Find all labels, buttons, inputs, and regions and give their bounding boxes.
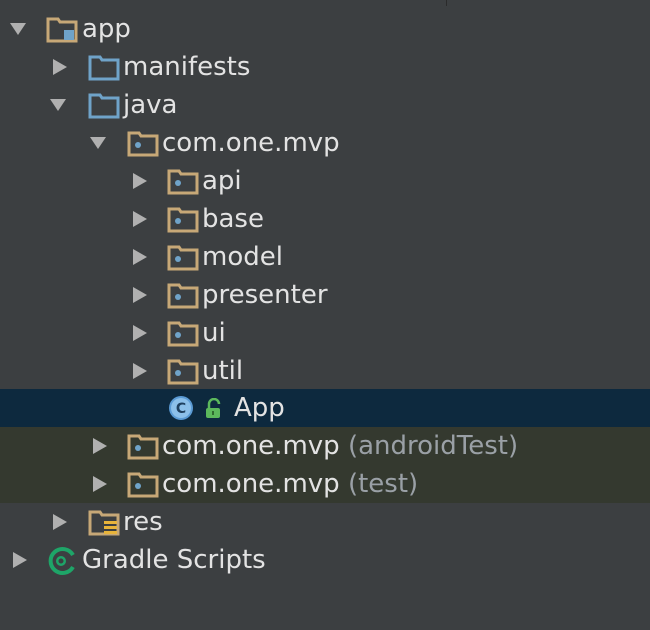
tree-node-presenter[interactable]: presenter <box>0 276 650 314</box>
tree-node-model[interactable]: model <box>0 238 650 276</box>
gradle-icon <box>46 541 78 579</box>
tree-node-label: com.one.mvp <box>162 469 340 499</box>
chevron-right-icon[interactable] <box>90 427 112 465</box>
chevron-right-icon[interactable] <box>130 314 152 352</box>
package-icon <box>167 162 199 200</box>
module-folder-icon <box>46 10 78 48</box>
top-strip-divider <box>446 0 447 6</box>
tree-node-label-group: com.one.mvp (test) <box>162 465 418 503</box>
tree-node-res[interactable]: res <box>0 503 650 541</box>
resource-folder-icon <box>88 503 120 541</box>
tree-node-gradle-scripts[interactable]: Gradle Scripts <box>0 541 650 579</box>
tree-node-label: api <box>202 166 242 196</box>
chevron-down-icon[interactable] <box>8 10 30 48</box>
package-icon <box>127 124 159 162</box>
tree-node-label: com.one.mvp <box>162 128 340 158</box>
tree-node-base[interactable]: base <box>0 200 650 238</box>
chevron-right-icon[interactable] <box>130 276 152 314</box>
tree-node-label: base <box>202 204 264 234</box>
source-set-suffix: (androidTest) <box>347 431 519 461</box>
tree-node-package-test[interactable]: com.one.mvp (test) <box>0 465 650 503</box>
tree-node-api[interactable]: api <box>0 162 650 200</box>
tree-node-label: java <box>123 90 178 120</box>
tree-node-manifests[interactable]: manifests <box>0 48 650 86</box>
chevron-right-icon[interactable] <box>130 162 152 200</box>
package-icon <box>167 238 199 276</box>
tree-node-label: app <box>82 14 131 44</box>
tree-node-app[interactable]: app <box>0 10 650 48</box>
package-icon <box>167 276 199 314</box>
chevron-right-icon[interactable] <box>130 352 152 390</box>
package-icon <box>167 352 199 390</box>
chevron-right-icon[interactable] <box>50 48 72 86</box>
source-folder-icon <box>88 86 120 124</box>
source-set-suffix: (test) <box>347 469 419 499</box>
tree-node-label: com.one.mvp <box>162 431 340 461</box>
source-folder-icon <box>88 48 120 86</box>
tree-node-label: ui <box>202 318 226 348</box>
tree-node-label: presenter <box>202 280 328 310</box>
tree-node-ui[interactable]: ui <box>0 314 650 352</box>
tree-node-label: model <box>202 242 283 272</box>
tree-node-label: res <box>123 507 163 537</box>
chevron-right-icon[interactable] <box>10 541 32 579</box>
tree-node-app-class[interactable]: C App <box>0 389 650 427</box>
top-strip <box>0 0 650 6</box>
tree-node-java[interactable]: java <box>0 86 650 124</box>
chevron-down-icon[interactable] <box>88 124 110 162</box>
package-icon <box>167 200 199 238</box>
chevron-right-icon[interactable] <box>130 238 152 276</box>
public-access-lock-icon <box>203 389 225 427</box>
tree-node-label: Gradle Scripts <box>82 545 266 575</box>
chevron-right-icon[interactable] <box>130 200 152 238</box>
package-icon <box>127 465 159 503</box>
tree-node-label: util <box>202 356 244 386</box>
tree-node-package-main[interactable]: com.one.mvp <box>0 124 650 162</box>
tree-node-util[interactable]: util <box>0 352 650 390</box>
project-tree: app manifests java com.one.mvp api base … <box>0 0 650 630</box>
tree-node-label: App <box>234 393 285 423</box>
class-icon: C <box>167 389 199 427</box>
package-icon <box>167 314 199 352</box>
package-icon <box>127 427 159 465</box>
tree-node-label-group: com.one.mvp (androidTest) <box>162 427 518 465</box>
svg-text:C: C <box>176 401 186 417</box>
chevron-right-icon[interactable] <box>90 465 112 503</box>
chevron-down-icon[interactable] <box>48 86 70 124</box>
tree-node-label: manifests <box>123 52 251 82</box>
chevron-right-icon[interactable] <box>50 503 72 541</box>
tree-node-package-android-test[interactable]: com.one.mvp (androidTest) <box>0 427 650 465</box>
